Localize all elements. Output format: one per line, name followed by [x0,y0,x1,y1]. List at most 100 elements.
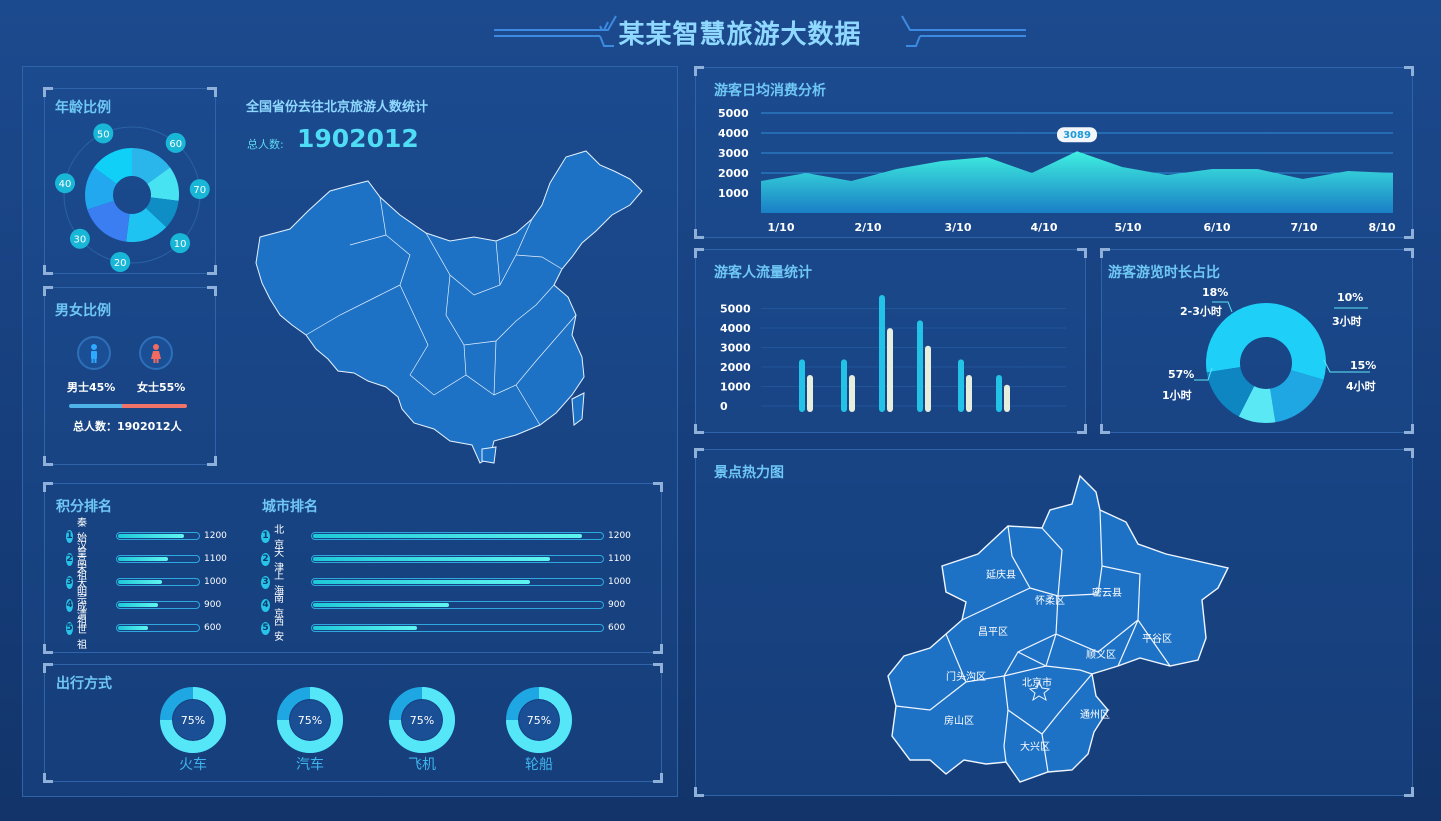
rank-row: 5 清世祖 [66,610,93,651]
district-label: 北京市 [1022,678,1052,689]
rank-number: 1 [261,529,271,543]
rank-row: 2 天津 [261,548,288,574]
rank-number: 1 [66,529,73,543]
flow-bar [849,374,855,412]
national-title: 全国省份去往北京旅游人数统计 [246,100,429,115]
gender-total: 总人数：1902012人 [73,420,182,433]
flow-y-tick: 0 [720,400,728,413]
age-label: 40 [59,179,72,190]
rank-row: 1 北京 [261,525,288,551]
travel-item: 75% 轮船 [505,686,573,776]
spend-y-tick: 2000 [718,167,749,180]
duration-slice [1206,303,1326,380]
gender-ratio-bar [69,404,187,408]
district-label: 顺义区 [1086,650,1116,661]
female-bar [122,404,187,408]
age-label: 10 [174,239,187,250]
heat-title: 景点热力图 [714,465,784,481]
flow-bar [807,374,813,412]
rank-name: 清世祖 [76,609,87,651]
rank-row: 5 西安 [261,617,288,643]
flow-bar [925,345,931,412]
district-label: 房山区 [944,716,974,727]
spend-panel: 游客日均消费分析 5000 4000 3000 2000 1000 1/10 2/10 3/1… [694,66,1414,239]
rank-bar-fill [118,534,185,538]
flow-bar [879,295,885,412]
rank-value: 1200 [608,531,631,541]
duration-percent: 57% [1168,368,1194,381]
female-percent: 女士55% [137,381,186,394]
age-label: 20 [114,258,127,269]
rank-bar-track [311,578,604,586]
district-label: 平谷区 [1142,634,1172,645]
rank-bar-track [311,532,604,540]
rank-bar-fill [313,557,550,561]
heat-panel: 景点热力图 延庆县 怀柔区 密云县 昌平区 顺义区 平谷区 门头沟区 北京市 通州区 房山区 大兴区 [694,448,1414,797]
flow-bar [841,359,847,412]
district-label: 昌平区 [978,627,1008,638]
district-label: 门头沟区 [946,672,986,683]
spend-x-tick: 1/10 [768,221,795,234]
rank-bar-fill [313,626,418,630]
rank-number: 2 [66,552,73,566]
travel-label: 飞机 [408,757,436,773]
rank-bar-fill [118,626,149,630]
rank-bar-track [311,555,604,563]
spend-area-chart: 5000 4000 3000 2000 1000 1/10 2/10 3/10 4/10 5/10… [718,107,1396,234]
spend-y-tick: 4000 [718,127,749,140]
header: 某某智慧旅游大数据 [0,0,1441,60]
flow-bar [799,359,805,412]
rank-number: 5 [261,621,271,635]
rank-value: 900 [608,600,626,610]
spend-x-tick: 3/10 [945,221,972,234]
rank-number: 3 [261,575,271,589]
duration-label: 2-3小时 [1180,304,1222,318]
rank-value: 1000 [608,577,631,587]
spend-tooltip-text: 3089 [1063,130,1091,141]
travel-donut: 75% [277,687,343,753]
duration-percent: 18% [1202,286,1228,299]
flow-y-tick: 5000 [720,303,751,316]
rank-row: 3 上海 [261,571,288,597]
rank-bar-track [116,601,200,609]
flow-bar [1004,384,1010,412]
china-map [255,150,643,464]
male-percent: 男士45% [67,381,116,394]
age-donut: 50 60 70 10 20 30 40 [55,123,210,272]
flow-bar [958,359,964,412]
duration-percent: 10% [1337,291,1363,304]
flow-bar [887,328,893,412]
flow-bar [966,374,972,412]
rank-bar-fill [313,534,582,538]
district-label: 大兴区 [1020,742,1050,753]
rank-value: 600 [608,623,626,633]
travel-percent: 75% [181,714,205,727]
flow-bar-chart: 5000 4000 3000 2000 1000 0 [720,295,1066,413]
rank-bar-fill [313,603,449,607]
travel-label: 汽车 [296,757,324,773]
rank-number: 5 [66,621,73,635]
age-label: 30 [74,235,87,246]
spend-x-tick: 6/10 [1204,221,1231,234]
travel-donut: 75% [160,687,226,753]
gender-title: 男女比例 [55,303,111,319]
age-label: 50 [97,129,110,140]
rank-bar-track [311,624,604,632]
district-label: 怀柔区 [1035,596,1065,607]
travel-label: 轮船 [525,757,553,773]
rank-bar-track [116,624,200,632]
flow-bar [917,320,923,412]
age-panel: 年龄比例 50 60 70 10 20 30 40 [43,87,217,275]
rank-bar-fill [118,580,162,584]
duration-panel: 游客游览时长占比 57% 1小时 18% 2-3小时 10% 3小时 15% 4小时 [1100,248,1414,434]
rank-number: 4 [66,598,73,612]
gender-panel: 男女比例 男士45% 女士55% 总人数：1902012人 [43,286,217,466]
duration-slice [1270,370,1324,423]
flow-y-tick: 2000 [720,361,751,374]
flow-y-tick: 1000 [720,381,751,394]
district-label: 延庆县 [986,570,1016,581]
rank-bar-track [311,601,604,609]
travel-item: 75% 火车 [159,686,227,776]
male-icon [77,336,111,370]
rank-bar-track [116,578,200,586]
